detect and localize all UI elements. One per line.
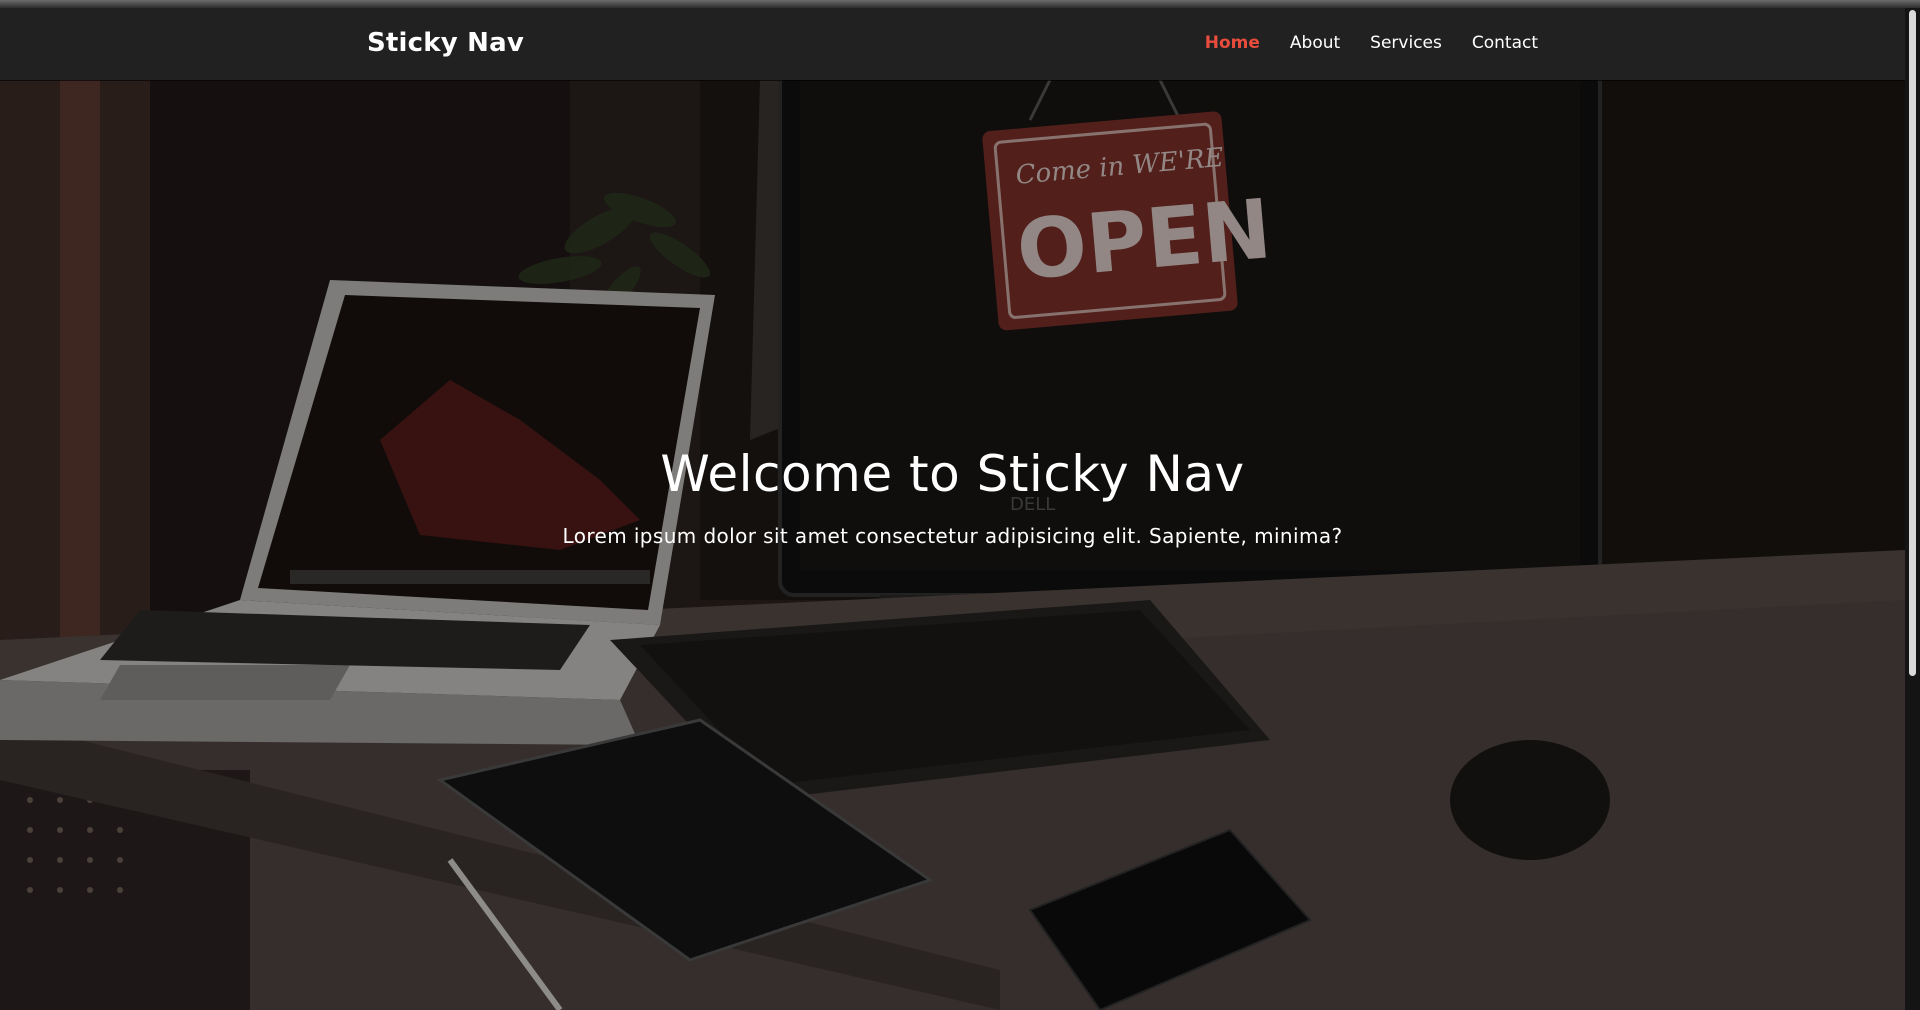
nav-link-services[interactable]: Services (1370, 33, 1442, 53)
hero-title: Welcome to Sticky Nav (660, 445, 1245, 503)
nav-link-home[interactable]: Home (1205, 33, 1260, 53)
nav-item-about: About (1290, 33, 1340, 53)
nav-item-home: Home (1205, 33, 1260, 53)
nav-links: Home About Services Contact (1205, 33, 1538, 53)
brand-logo[interactable]: Sticky Nav (367, 28, 524, 58)
hero-subtitle: Lorem ipsum dolor sit amet consectetur a… (562, 524, 1343, 548)
nav-link-about[interactable]: About (1290, 33, 1340, 53)
scrollbar-thumb[interactable] (1909, 10, 1916, 676)
nav-item-services: Services (1370, 33, 1442, 53)
window-top-edge (0, 0, 1920, 8)
vertical-scrollbar[interactable] (1905, 8, 1920, 1010)
nav-item-contact: Contact (1472, 33, 1538, 53)
sticky-navbar: Sticky Nav Home About Services Contact (0, 8, 1905, 80)
browser-window: Sticky Nav Home About Services Contact C… (0, 0, 1920, 1010)
hero-section: Come in WE'RE OPEN DELL Welcome to Stick… (0, 80, 1905, 1010)
nav-link-contact[interactable]: Contact (1472, 33, 1538, 53)
